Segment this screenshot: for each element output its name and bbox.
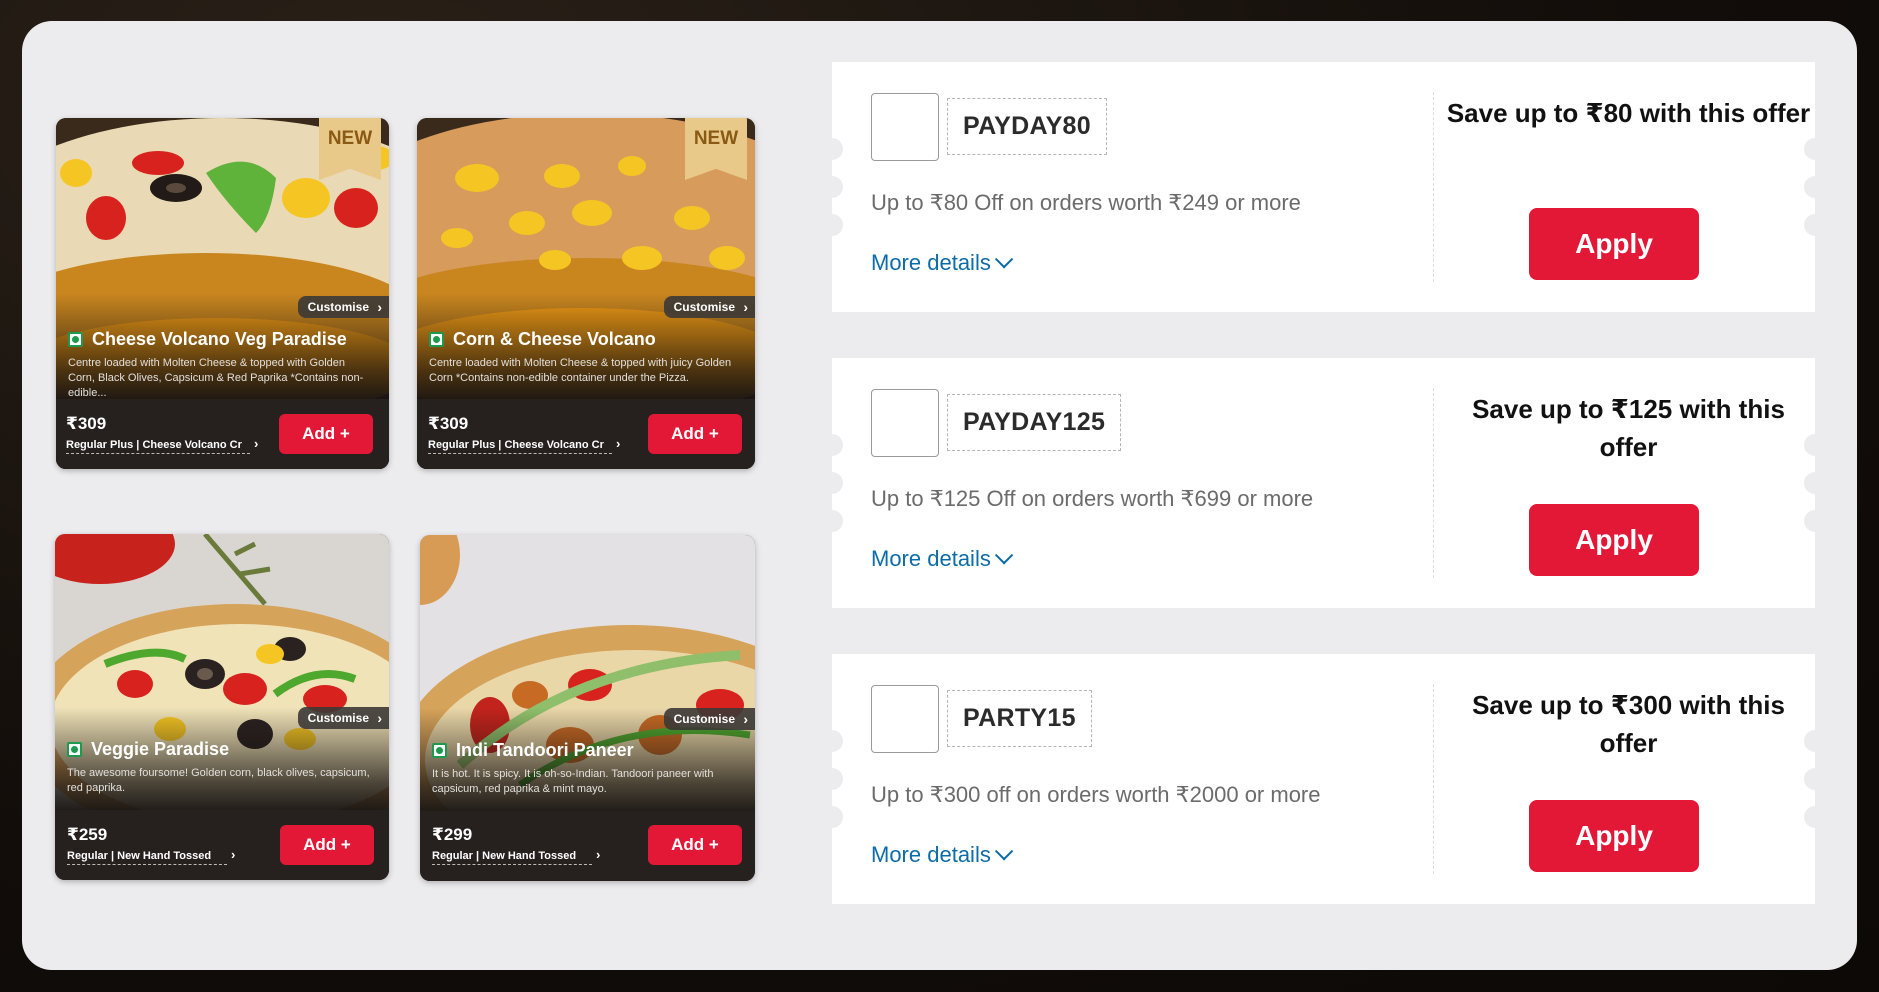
coupon-description: Up to ₹300 off on orders worth ₹2000 or … xyxy=(871,782,1321,807)
pizza-card[interactable]: NEW Customise › Corn & Cheese Volcano Ce… xyxy=(417,118,755,469)
veg-icon xyxy=(432,743,447,758)
coupon-card: PAYDAY125 Up to ₹125 Off on orders worth… xyxy=(821,358,1826,608)
coupon-code: PAYDAY80 xyxy=(947,98,1107,155)
coupon-description: Up to ₹125 Off on orders worth ₹699 or m… xyxy=(871,486,1314,511)
pizza-description: The awesome foursome! Golden corn, black… xyxy=(67,767,370,794)
add-to-cart-button[interactable]: Add + xyxy=(279,414,373,454)
chevron-right-icon: › xyxy=(231,847,236,862)
more-details-link[interactable]: More details xyxy=(871,546,1014,572)
apply-coupon-button[interactable]: Apply xyxy=(1529,208,1699,280)
size-crust-selector[interactable]: Regular Plus | Cheese Volcano Cr xyxy=(428,439,612,454)
divider xyxy=(1433,388,1434,578)
veg-icon xyxy=(67,742,82,757)
more-details-link[interactable]: More details xyxy=(871,250,1014,276)
pizza-price: ₹309 xyxy=(428,414,469,433)
chevron-down-icon xyxy=(994,842,1014,861)
coupon-card: PAYDAY80 Up to ₹80 Off on orders worth ₹… xyxy=(821,62,1826,312)
add-to-cart-button[interactable]: Add + xyxy=(280,825,374,865)
divider xyxy=(1433,92,1434,282)
chevron-right-icon: › xyxy=(743,299,748,315)
size-crust-selector[interactable]: Regular | New Hand Tossed xyxy=(67,850,227,865)
divider xyxy=(1433,684,1434,874)
pizza-price: ₹309 xyxy=(66,414,107,433)
coupon-checkbox[interactable] xyxy=(871,93,939,161)
veg-icon xyxy=(429,332,444,347)
offers-panel: NEW Customise › Cheese Volcano Veg Parad… xyxy=(22,21,1857,970)
pizza-name: Corn & Cheese Volcano xyxy=(453,329,656,349)
savings-text: Save up to ₹80 with this offer xyxy=(1446,98,1811,128)
veg-icon xyxy=(68,332,83,347)
chevron-right-icon: › xyxy=(254,436,259,451)
add-to-cart-button[interactable]: Add + xyxy=(648,825,742,865)
more-details-link[interactable]: More details xyxy=(871,842,1014,868)
savings-text: Save up to ₹125 with this offer xyxy=(1472,394,1785,462)
apply-coupon-button[interactable]: Apply xyxy=(1529,504,1699,576)
coupon-checkbox[interactable] xyxy=(871,389,939,457)
size-crust-selector[interactable]: Regular Plus | Cheese Volcano Cr xyxy=(66,439,250,454)
coupon-code: PARTY15 xyxy=(947,690,1092,747)
chevron-right-icon: › xyxy=(743,711,748,727)
pizza-name: Cheese Volcano Veg Paradise xyxy=(92,329,347,349)
pizza-name: Veggie Paradise xyxy=(91,739,230,759)
pizza-card[interactable]: Customise › Veggie Paradise The awesome … xyxy=(55,534,389,880)
coupon-code: PAYDAY125 xyxy=(947,394,1122,451)
customise-button[interactable]: Customise › xyxy=(297,296,389,318)
pizza-price: ₹259 xyxy=(67,825,108,844)
coupon-checkbox[interactable] xyxy=(871,685,939,753)
coupon-card: PARTY15 Up to ₹300 off on orders worth ₹… xyxy=(821,654,1826,904)
chevron-right-icon: › xyxy=(596,847,601,862)
size-crust-selector[interactable]: Regular | New Hand Tossed xyxy=(432,850,592,865)
customise-button[interactable]: Customise › xyxy=(297,707,389,729)
pizza-description: It is hot. It is spicy. It is oh-so-Indi… xyxy=(432,768,714,795)
customise-button[interactable]: Customise › xyxy=(663,708,755,730)
customise-button[interactable]: Customise › xyxy=(663,296,755,318)
chevron-right-icon: › xyxy=(616,436,621,451)
pizza-description: Centre loaded with Molten Cheese & toppe… xyxy=(429,357,732,384)
pizza-card[interactable]: Customise › Indi Tandoori Paneer It is h… xyxy=(420,535,755,881)
chevron-down-icon xyxy=(994,250,1014,269)
pizza-name: Indi Tandoori Paneer xyxy=(456,740,634,760)
pizza-description: Centre loaded with Molten Cheese & toppe… xyxy=(68,357,364,399)
chevron-right-icon: › xyxy=(377,710,382,726)
coupon-description: Up to ₹80 Off on orders worth ₹249 or mo… xyxy=(871,190,1301,215)
pizza-card[interactable]: NEW Customise › Cheese Volcano Veg Parad… xyxy=(56,118,389,469)
savings-text: Save up to ₹300 with this offer xyxy=(1472,690,1785,758)
pizza-price: ₹299 xyxy=(432,825,473,844)
add-to-cart-button[interactable]: Add + xyxy=(648,414,742,454)
chevron-down-icon xyxy=(994,546,1014,565)
apply-coupon-button[interactable]: Apply xyxy=(1529,800,1699,872)
chevron-right-icon: › xyxy=(377,299,382,315)
